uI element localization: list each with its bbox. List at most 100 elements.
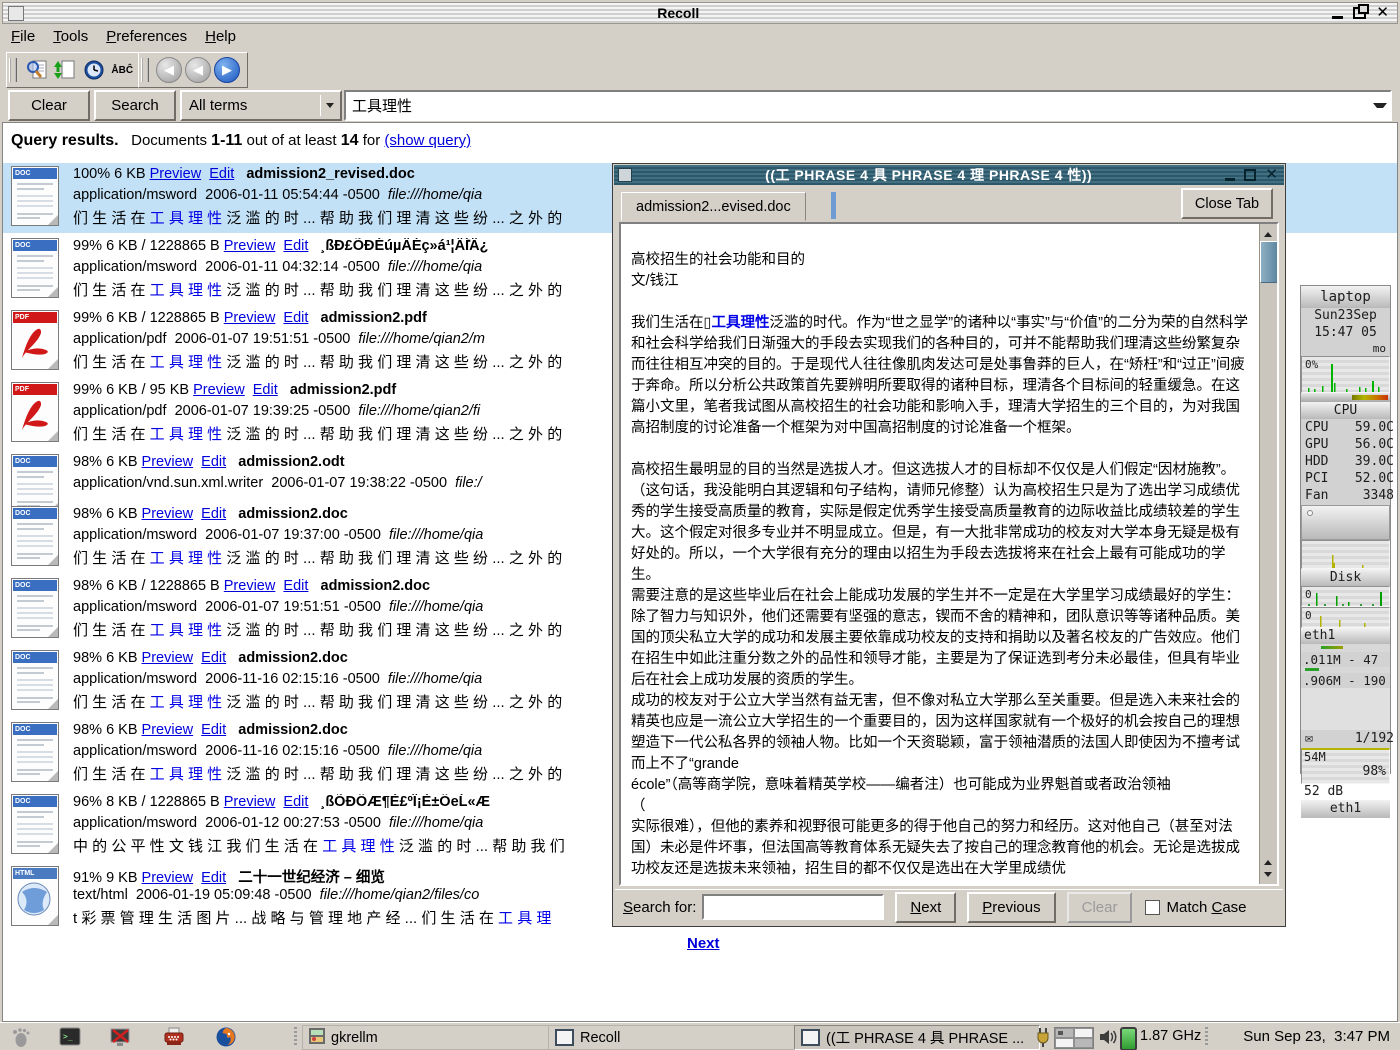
show-query-link[interactable]: (show query) <box>384 132 471 149</box>
scroll-up-icon[interactable] <box>1260 224 1276 240</box>
preview-link[interactable]: Preview <box>142 454 194 470</box>
typewriter-icon[interactable] <box>162 1025 186 1049</box>
gkrellm-disk-read-chart: 0 <box>1301 586 1390 607</box>
preview-search-icon[interactable] <box>24 57 50 83</box>
find-next-button[interactable]: Next <box>895 892 956 923</box>
preview-link[interactable]: Preview <box>150 166 202 182</box>
workspace-pager[interactable] <box>1054 1027 1094 1049</box>
chevron-down-icon[interactable] <box>320 95 338 116</box>
edit-link[interactable]: Edit <box>283 794 308 810</box>
close-icon[interactable]: ✕ <box>1265 169 1278 181</box>
preview-content[interactable]: 高校招生的社会功能和目的 文/钱江我们生活在▯工具理性泛滥的时代。作为“世之显学… <box>619 222 1279 886</box>
query-input[interactable]: 工具理性 <box>344 90 1392 121</box>
pdf-file-icon: PDF <box>11 310 57 368</box>
result-url: file:///home/qian2/files/co <box>320 887 480 903</box>
volume-value[interactable]: 52 dB <box>1301 784 1390 800</box>
edit-link[interactable]: Edit <box>201 650 226 666</box>
firefox-icon[interactable] <box>214 1025 238 1049</box>
result-title: ¸ßÐ£ÕÐÉúµÄÉç»á¹¦ÄܺÍÄ¿ <box>321 238 489 254</box>
nav-back-icon[interactable]: ◀ <box>156 57 182 83</box>
query-history-icon[interactable] <box>1373 103 1387 112</box>
preview-link[interactable]: Preview <box>142 650 194 666</box>
window-menu-button[interactable] <box>618 168 632 182</box>
preview-paragraph: 高校招生最明显的目的当然是选拔人才。但这选拔人才的目标却不仅仅是人们假定“因材施… <box>631 460 1248 586</box>
preview-titlebar[interactable]: ((工 PHRASE 4 具 PHRASE 4 理 PHRASE 4 性)) ✕ <box>614 165 1284 185</box>
terminal-icon[interactable]: >_ <box>58 1025 82 1049</box>
speaker-icon[interactable] <box>1096 1025 1120 1049</box>
preview-link[interactable]: Preview <box>224 578 276 594</box>
minimize-icon[interactable] <box>1332 16 1343 19</box>
edit-link[interactable]: Edit <box>253 382 278 398</box>
preview-link[interactable]: Preview <box>224 310 276 326</box>
workspace-1[interactable] <box>1055 1028 1074 1038</box>
preview-link[interactable]: Preview <box>224 794 276 810</box>
edit-link[interactable]: Edit <box>201 722 226 738</box>
main-titlebar[interactable]: Recoll ✕ <box>2 2 1398 24</box>
scrollbar-thumb[interactable] <box>1260 241 1278 283</box>
edit-link[interactable]: Edit <box>283 310 308 326</box>
gkrellm-disk-title: Disk <box>1301 569 1390 586</box>
gkrellm-cpu-chart[interactable]: 0% <box>1301 356 1390 393</box>
workspace-4[interactable] <box>1074 1038 1093 1048</box>
menu-file[interactable]: File <box>2 26 44 47</box>
edit-link[interactable]: Edit <box>283 578 308 594</box>
search-mode-select[interactable]: All terms <box>180 90 342 121</box>
maximize-icon[interactable] <box>1353 7 1366 19</box>
preview-link[interactable]: Preview <box>224 238 276 254</box>
gkrellm-mail[interactable]: ✉1/192 <box>1301 730 1398 748</box>
sort-doc-icon[interactable] <box>52 57 78 83</box>
maximize-icon[interactable] <box>1244 169 1256 181</box>
task-button-preview[interactable]: ((工 PHRASE 4 具 PHRASE ... <box>794 1025 1040 1050</box>
search-button[interactable]: Search <box>94 90 176 121</box>
match-case-label[interactable]: Match Case <box>1166 899 1246 916</box>
clear-button[interactable]: Clear <box>8 90 90 121</box>
spellcheck-icon[interactable]: ÅBĈ <box>109 57 135 83</box>
workspace-3[interactable] <box>1055 1038 1074 1048</box>
preview-link[interactable]: Preview <box>142 870 194 886</box>
edit-link[interactable]: Edit <box>201 506 226 522</box>
nav-forward-icon[interactable]: ▶ <box>214 57 240 83</box>
scroll-up-icon[interactable] <box>1260 852 1276 868</box>
minimize-icon[interactable] <box>1225 178 1235 181</box>
menu-tools[interactable]: Tools <box>44 26 97 47</box>
preview-link[interactable]: Preview <box>193 382 245 398</box>
nav-back-icon[interactable]: ◀ <box>185 57 211 83</box>
taskbar: >_ gkrellm Recoll ((工 PHRASE 4 具 PHRASE ..… <box>0 1022 1400 1050</box>
gkrellm-cpu-krell <box>1301 393 1390 402</box>
history-clock-icon[interactable] <box>81 57 107 83</box>
task-button-gkrellm[interactable]: gkrellm <box>302 1025 550 1050</box>
edit-link[interactable]: Edit <box>201 870 226 886</box>
preview-text[interactable]: 高校招生的社会功能和目的 文/钱江我们生活在▯工具理性泛滥的时代。作为“世之显学… <box>621 224 1260 884</box>
preview-scrollbar[interactable] <box>1259 224 1277 884</box>
edit-link[interactable]: Edit <box>209 166 234 182</box>
edit-link[interactable]: Edit <box>283 238 308 254</box>
taskbar-clock[interactable]: Sun Sep 23, 3:47 PM <box>1243 1028 1390 1045</box>
workspace-2[interactable] <box>1074 1028 1093 1038</box>
window-menu-button[interactable] <box>8 6 24 21</box>
toolbar-grip[interactable] <box>9 58 17 82</box>
gnome-menu-icon[interactable] <box>8 1025 32 1049</box>
scroll-down-icon[interactable] <box>1260 868 1276 884</box>
menu-preferences[interactable]: Preferences <box>97 26 196 47</box>
result-size: 6 KB / 1228865 B <box>106 310 220 326</box>
find-previous-button[interactable]: Previous <box>967 892 1055 923</box>
menu-help[interactable]: Help <box>196 26 245 47</box>
cpufreq-icon[interactable] <box>1120 1027 1137 1050</box>
task-label: Recoll <box>580 1030 620 1046</box>
gkrellm-monitor[interactable]: laptop Sun23Sep 15:47 05 mo 0% CPU CPU59… <box>1300 285 1391 774</box>
xkill-icon[interactable] <box>108 1025 132 1049</box>
task-button-recoll[interactable]: Recoll <box>548 1025 796 1050</box>
find-input[interactable] <box>702 894 884 920</box>
close-icon[interactable]: ✕ <box>1376 8 1389 18</box>
next-page-link[interactable]: Next <box>687 935 720 952</box>
result-url: file:///home/qia <box>389 527 483 543</box>
gkrellm-bottom-label: eth1 <box>1301 800 1390 818</box>
preview-link[interactable]: Preview <box>142 722 194 738</box>
preview-link[interactable]: Preview <box>142 506 194 522</box>
edit-link[interactable]: Edit <box>201 454 226 470</box>
match-case-checkbox[interactable] <box>1145 900 1160 915</box>
toolbar-grip[interactable] <box>141 58 149 82</box>
close-tab-button[interactable]: Close Tab <box>1181 188 1273 219</box>
preview-tab[interactable]: admission2...evised.doc <box>621 192 806 221</box>
power-plug-icon[interactable] <box>1034 1025 1052 1049</box>
